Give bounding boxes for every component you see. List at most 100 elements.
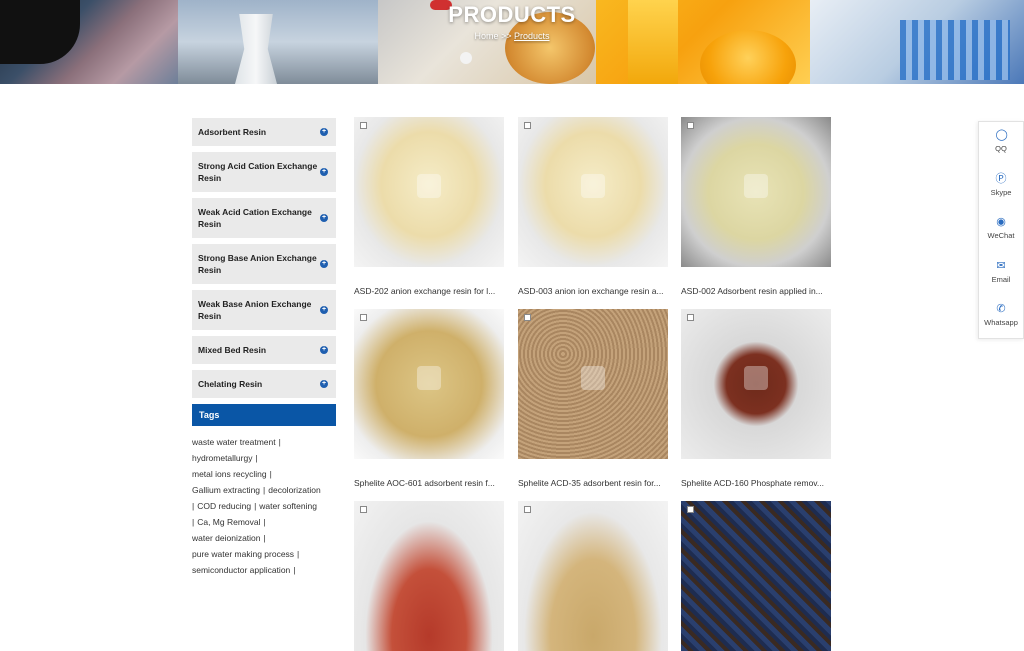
contact-skype-button[interactable]: Ⓟ Skype <box>979 166 1023 210</box>
compare-checkbox[interactable] <box>360 506 367 513</box>
contact-label: QQ <box>995 144 1007 153</box>
contact-label: Skype <box>990 187 1012 197</box>
tag-link[interactable]: water deionization <box>192 533 261 543</box>
tag-separator: | <box>255 453 258 463</box>
tag-separator: | <box>192 517 195 527</box>
tag-link[interactable]: hydrometallurgy <box>192 453 252 463</box>
product-image[interactable] <box>354 501 504 651</box>
product-image[interactable] <box>681 501 831 651</box>
compare-checkbox[interactable] <box>687 314 694 321</box>
product-title[interactable]: ASD-202 anion exchange resin for l... <box>354 286 504 296</box>
tags-heading: Tags <box>192 404 336 426</box>
category-label: Adsorbent Resin <box>198 127 267 137</box>
image-watermark <box>744 366 768 390</box>
breadcrumb: Home >> Products <box>0 31 1024 41</box>
category-label: Mixed Bed Resin <box>198 345 267 355</box>
product-title[interactable]: Sphelite ACD-160 Phosphate remov... <box>681 478 831 488</box>
expand-plus-icon[interactable]: + <box>320 346 328 354</box>
tag-separator: | <box>269 469 272 479</box>
product-title[interactable]: ASD-003 anion ion exchange resin a... <box>518 286 668 296</box>
product-image[interactable] <box>518 501 668 651</box>
compare-checkbox[interactable] <box>687 506 694 513</box>
breadcrumb-home-link[interactable]: Home <box>474 31 498 41</box>
tag-separator: | <box>254 501 257 511</box>
tag-separator: | <box>263 485 266 495</box>
compare-checkbox[interactable] <box>360 314 367 321</box>
category-label: Chelating Resin <box>198 379 263 389</box>
tag-link[interactable]: Gallium extracting <box>192 485 260 495</box>
tag-separator: | <box>293 565 296 575</box>
expand-plus-icon[interactable]: + <box>320 306 328 314</box>
compare-checkbox[interactable] <box>524 122 531 129</box>
expand-plus-icon[interactable]: + <box>320 260 328 268</box>
banner-pill <box>460 52 472 64</box>
image-watermark <box>744 174 768 198</box>
product-image[interactable] <box>681 309 831 459</box>
contact-label: Email <box>991 274 1011 284</box>
compare-checkbox[interactable] <box>687 122 694 129</box>
qq-icon: ◯ <box>995 129 1008 141</box>
image-watermark <box>417 366 441 390</box>
contact-float-panel: ◯ QQ Ⓟ Skype ◉ WeChat ✉ Email ✆ Whatsapp <box>978 121 1024 339</box>
product-image[interactable] <box>518 117 668 267</box>
tags-list: waste water treatment | hydrometallurgy | … <box>192 434 342 578</box>
tag-link[interactable]: decolorization <box>268 485 320 495</box>
tag-link[interactable]: pure water making process <box>192 549 294 559</box>
expand-plus-icon[interactable]: + <box>320 380 328 388</box>
category-item-strong-base-anion[interactable]: Strong Base Anion Exchange Resin + <box>192 244 336 284</box>
tag-separator: | <box>263 517 266 527</box>
product-image[interactable] <box>354 117 504 267</box>
category-label: Strong Base Anion Exchange Resin <box>198 253 317 275</box>
product-image[interactable] <box>354 309 504 459</box>
category-item-adsorbent-resin[interactable]: Adsorbent Resin + <box>192 118 336 146</box>
tag-separator: | <box>192 501 195 511</box>
category-label: Weak Base Anion Exchange Resin <box>198 299 312 321</box>
tag-link[interactable]: semiconductor application <box>192 565 290 575</box>
compare-checkbox[interactable] <box>524 506 531 513</box>
expand-plus-icon[interactable]: + <box>320 168 328 176</box>
product-title[interactable]: ASD-002 Adsorbent resin applied in... <box>681 286 831 296</box>
whatsapp-icon: ✆ <box>996 303 1006 316</box>
contact-whatsapp-button[interactable]: ✆ Whatsapp <box>979 296 1023 340</box>
image-watermark <box>581 366 605 390</box>
compare-checkbox[interactable] <box>524 314 531 321</box>
category-label: Weak Acid Cation Exchange Resin <box>198 207 312 229</box>
category-item-chelating[interactable]: Chelating Resin + <box>192 370 336 398</box>
image-watermark <box>417 174 441 198</box>
expand-plus-icon[interactable]: + <box>320 128 328 136</box>
tag-separator: | <box>278 437 281 447</box>
product-image[interactable] <box>518 309 668 459</box>
tag-separator: | <box>263 533 266 543</box>
product-title[interactable]: Sphelite ACD-35 adsorbent resin for... <box>518 478 668 488</box>
breadcrumb-current-link[interactable]: Products <box>514 31 550 41</box>
contact-qq-button[interactable]: ◯ QQ <box>979 122 1023 166</box>
compare-checkbox[interactable] <box>360 122 367 129</box>
tag-link[interactable]: water softening <box>259 501 317 511</box>
banner-test-tubes <box>900 20 1010 80</box>
skype-icon: Ⓟ <box>995 172 1007 185</box>
image-watermark <box>581 174 605 198</box>
tag-link[interactable]: metal ions recycling <box>192 469 267 479</box>
page-title: PRODUCTS <box>448 2 576 27</box>
tag-link[interactable]: COD reducing <box>197 501 251 511</box>
expand-plus-icon[interactable]: + <box>320 214 328 222</box>
email-icon: ✉ <box>996 259 1006 272</box>
contact-label: Whatsapp <box>984 318 1018 328</box>
category-item-mixed-bed[interactable]: Mixed Bed Resin + <box>192 336 336 364</box>
category-label: Strong Acid Cation Exchange Resin <box>198 161 318 183</box>
breadcrumb-separator: >> <box>500 31 512 41</box>
contact-label: WeChat <box>987 231 1015 241</box>
category-item-weak-acid-cation[interactable]: Weak Acid Cation Exchange Resin + <box>192 198 336 238</box>
contact-email-button[interactable]: ✉ Email <box>979 253 1023 297</box>
category-item-weak-base-anion[interactable]: Weak Base Anion Exchange Resin + <box>192 290 336 330</box>
category-sidebar: Adsorbent Resin + Strong Acid Cation Exc… <box>192 118 336 578</box>
category-item-strong-acid-cation[interactable]: Strong Acid Cation Exchange Resin + <box>192 152 336 192</box>
tag-link[interactable]: waste water treatment <box>192 437 276 447</box>
tag-separator: | <box>297 549 300 559</box>
tag-link[interactable]: Ca, Mg Removal <box>197 517 260 527</box>
page-banner: PRODUCTS Home >> Products <box>0 0 1024 84</box>
product-image[interactable] <box>681 117 831 267</box>
contact-wechat-button[interactable]: ◉ WeChat <box>979 209 1023 253</box>
wechat-icon: ◉ <box>996 216 1006 229</box>
product-title[interactable]: Sphelite AOC-601 adsorbent resin f... <box>354 478 504 488</box>
